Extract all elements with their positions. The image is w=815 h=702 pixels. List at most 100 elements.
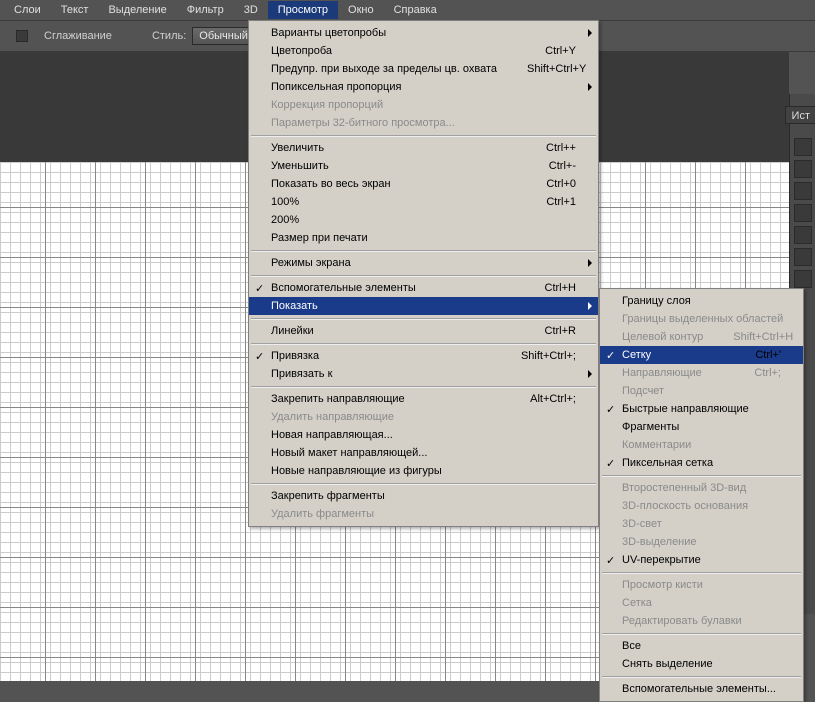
view-menu-item[interactable]: ✓Вспомогательные элементыCtrl+H bbox=[249, 279, 598, 297]
menu-item-label: Просмотр кисти bbox=[622, 579, 781, 591]
menu-item-label: Фрагменты bbox=[622, 421, 781, 433]
panel-button[interactable] bbox=[794, 160, 812, 178]
show-submenu-item[interactable]: Все bbox=[600, 637, 803, 655]
menu-item-label: Параметры 32-битного просмотра... bbox=[271, 117, 576, 129]
view-menu-item[interactable]: 100%Ctrl+1 bbox=[249, 193, 598, 211]
menu-item-label: Удалить фрагменты bbox=[271, 508, 576, 520]
menu-item-label: Новые направляющие из фигуры bbox=[271, 465, 576, 477]
panel-button[interactable] bbox=[794, 182, 812, 200]
show-submenu-item: Подсчет bbox=[600, 382, 803, 400]
menu-item-label: Сетку bbox=[622, 349, 725, 361]
show-submenu-item[interactable]: Границу слоя bbox=[600, 292, 803, 310]
menu-item-label: Быстрые направляющие bbox=[622, 403, 781, 415]
show-submenu-item: 3D-свет bbox=[600, 515, 803, 533]
show-submenu-item: Целевой контурShift+Ctrl+H bbox=[600, 328, 803, 346]
menu-separator bbox=[602, 633, 801, 634]
view-menu-item[interactable]: Новый макет направляющей... bbox=[249, 444, 598, 462]
menu-separator bbox=[602, 475, 801, 476]
view-menu-item[interactable]: ЛинейкиCtrl+R bbox=[249, 322, 598, 340]
view-menu-item[interactable]: Закрепить фрагменты bbox=[249, 487, 598, 505]
menu-text[interactable]: Текст bbox=[51, 1, 99, 19]
history-tab[interactable]: Ист bbox=[785, 106, 815, 124]
show-submenu-item[interactable]: ✓ UV-перекрытие bbox=[600, 551, 803, 569]
view-menu-item[interactable]: Предупр. при выходе за пределы цв. охват… bbox=[249, 60, 598, 78]
view-menu-item: Удалить направляющие bbox=[249, 408, 598, 426]
menu-window[interactable]: Окно bbox=[338, 1, 384, 19]
menu-shortcut: Ctrl++ bbox=[516, 142, 576, 154]
menu-item-label: UV-перекрытие bbox=[622, 554, 781, 566]
menu-shortcut: Ctrl+0 bbox=[516, 178, 576, 190]
panel-button[interactable] bbox=[794, 248, 812, 266]
panel-button[interactable] bbox=[794, 270, 812, 288]
check-icon: ✓ bbox=[606, 349, 615, 362]
menu-item-label: 3D-выделение bbox=[622, 536, 781, 548]
view-menu-item[interactable]: Показать во весь экранCtrl+0 bbox=[249, 175, 598, 193]
check-icon: ✓ bbox=[606, 457, 615, 470]
menu-view[interactable]: Просмотр bbox=[268, 1, 338, 19]
menu-item-label: 200% bbox=[271, 214, 576, 226]
show-submenu-item: Редактировать булавки bbox=[600, 612, 803, 630]
menu-item-label: Границы выделенных областей bbox=[622, 313, 783, 325]
view-menu-item[interactable]: Режимы экрана bbox=[249, 254, 598, 272]
view-menu-item[interactable]: ✓ПривязкаShift+Ctrl+; bbox=[249, 347, 598, 365]
view-menu: Варианты цветопробы ЦветопробаCtrl+YПреду… bbox=[248, 20, 599, 527]
menu-shortcut: Ctrl+R bbox=[515, 325, 576, 337]
menu-item-label: Второстепенный 3D-вид bbox=[622, 482, 781, 494]
menu-separator bbox=[251, 386, 596, 387]
menu-3d[interactable]: 3D bbox=[234, 1, 268, 19]
submenu-arrow-icon bbox=[588, 83, 592, 91]
panel-button[interactable] bbox=[794, 226, 812, 244]
menu-select[interactable]: Выделение bbox=[98, 1, 176, 19]
panel-button[interactable] bbox=[794, 204, 812, 222]
view-menu-item: Коррекция пропорций bbox=[249, 96, 598, 114]
menu-separator bbox=[251, 318, 596, 319]
view-menu-item[interactable]: Показать bbox=[249, 297, 598, 315]
smoothing-checkbox[interactable] bbox=[16, 30, 28, 42]
menu-separator bbox=[251, 135, 596, 136]
menu-shortcut: Shift+Ctrl+H bbox=[703, 331, 793, 343]
check-icon: ✓ bbox=[606, 554, 615, 567]
view-menu-item[interactable]: Новые направляющие из фигуры bbox=[249, 462, 598, 480]
view-menu-item[interactable]: УменьшитьCtrl+- bbox=[249, 157, 598, 175]
menu-separator bbox=[602, 572, 801, 573]
show-submenu-item[interactable]: Вспомогательные элементы... bbox=[600, 680, 803, 698]
menu-item-label: Редактировать булавки bbox=[622, 615, 781, 627]
show-submenu-item[interactable]: ✓Быстрые направляющие bbox=[600, 400, 803, 418]
menu-separator bbox=[251, 483, 596, 484]
panel-button[interactable] bbox=[794, 138, 812, 156]
menu-separator bbox=[251, 250, 596, 251]
submenu-arrow-icon bbox=[588, 302, 592, 310]
menu-help[interactable]: Справка bbox=[384, 1, 447, 19]
menu-item-label: Привязать к bbox=[271, 368, 576, 380]
menu-item-label: Варианты цветопробы bbox=[271, 27, 576, 39]
view-menu-item[interactable]: УвеличитьCtrl++ bbox=[249, 139, 598, 157]
menu-layers[interactable]: Слои bbox=[4, 1, 51, 19]
menu-item-label: Коррекция пропорций bbox=[271, 99, 576, 111]
show-submenu-item[interactable]: ✓СеткуCtrl+' bbox=[600, 346, 803, 364]
view-menu-item[interactable]: Привязать к bbox=[249, 365, 598, 383]
menu-item-label: Цветопроба bbox=[271, 45, 515, 57]
show-submenu-item: Сетка bbox=[600, 594, 803, 612]
show-submenu-item[interactable]: ✓Пиксельная сетка bbox=[600, 454, 803, 472]
menu-item-label: Режимы экрана bbox=[271, 257, 576, 269]
view-menu-item[interactable]: Закрепить направляющиеAlt+Ctrl+; bbox=[249, 390, 598, 408]
menu-item-label: Привязка bbox=[271, 350, 491, 362]
view-menu-item[interactable]: Новая направляющая... bbox=[249, 426, 598, 444]
menu-item-label: Линейки bbox=[271, 325, 515, 337]
menu-separator bbox=[251, 343, 596, 344]
show-submenu-item[interactable]: Фрагменты bbox=[600, 418, 803, 436]
menu-shortcut: Ctrl+H bbox=[515, 282, 576, 294]
show-submenu-item: 3D-плоскость основания bbox=[600, 497, 803, 515]
submenu-arrow-icon bbox=[588, 29, 592, 37]
check-icon: ✓ bbox=[255, 350, 264, 363]
show-submenu-item: НаправляющиеCtrl+; bbox=[600, 364, 803, 382]
menu-item-label: Закрепить направляющие bbox=[271, 393, 500, 405]
show-submenu-item[interactable]: Снять выделение bbox=[600, 655, 803, 673]
menu-item-label: Показать во весь экран bbox=[271, 178, 516, 190]
view-menu-item[interactable]: Варианты цветопробы bbox=[249, 24, 598, 42]
view-menu-item[interactable]: Размер при печати bbox=[249, 229, 598, 247]
view-menu-item[interactable]: 200% bbox=[249, 211, 598, 229]
view-menu-item[interactable]: Попиксельная пропорция bbox=[249, 78, 598, 96]
view-menu-item[interactable]: ЦветопробаCtrl+Y bbox=[249, 42, 598, 60]
menu-filter[interactable]: Фильтр bbox=[177, 1, 234, 19]
